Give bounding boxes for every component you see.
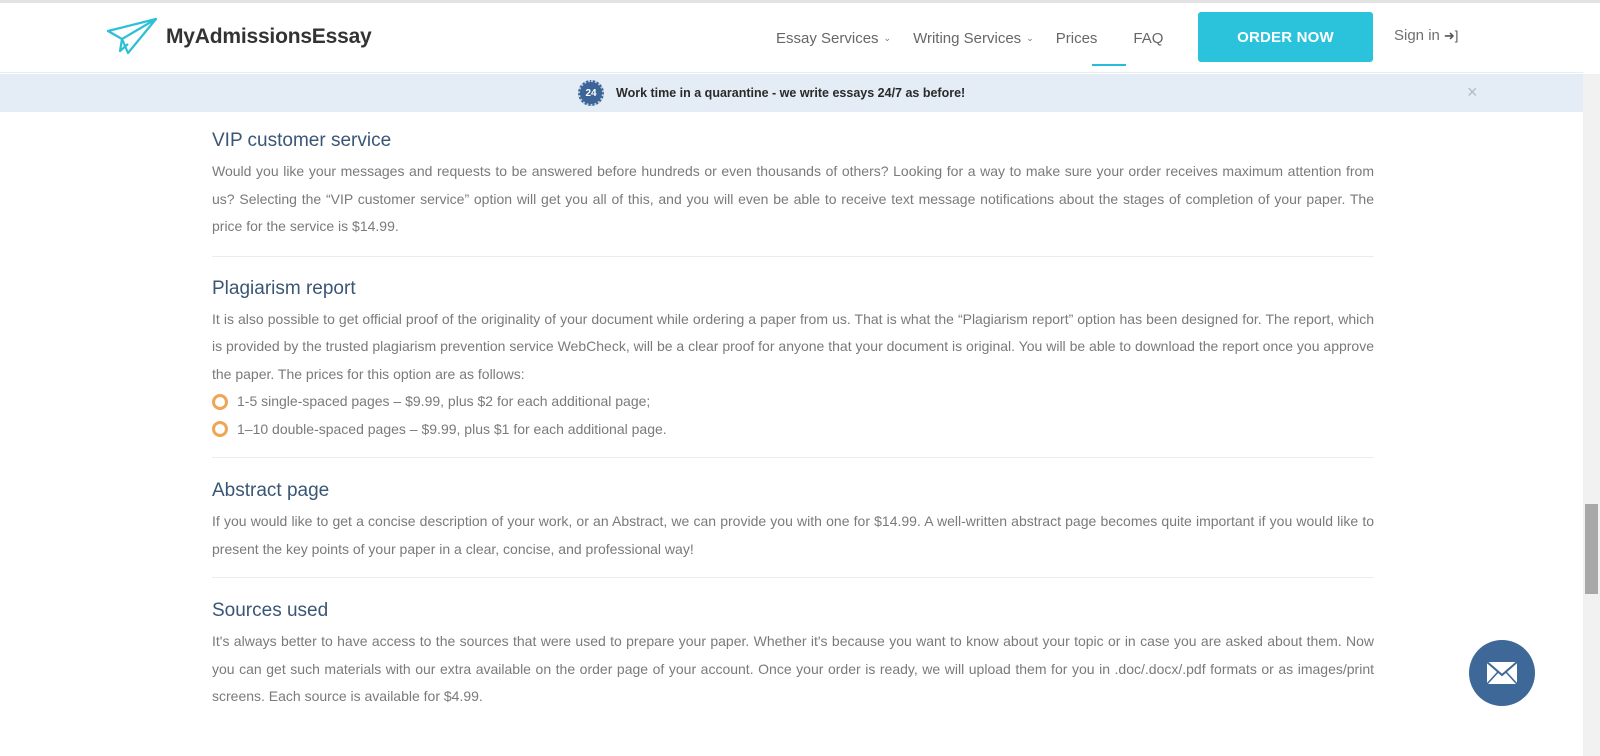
ring-bullet-icon — [212, 393, 228, 410]
clock-24-icon: 24 — [578, 80, 604, 106]
section-title: Abstract page — [212, 480, 330, 501]
list-item-text: 1-5 single-spaced pages – $9.99, plus $2… — [237, 393, 651, 409]
section-body: If you would like to get a concise descr… — [212, 513, 1374, 557]
nav-label: Writing Services — [913, 29, 1022, 47]
nav-writing-services[interactable]: Writing Services ⌄ — [913, 30, 1034, 47]
banner-text: Work time in a quarantine - we write ess… — [616, 86, 966, 100]
sign-in-link[interactable]: Sign in ➜] — [1394, 27, 1458, 44]
contact-mail-button[interactable] — [1469, 640, 1535, 706]
ring-bullet-icon — [212, 421, 228, 438]
sign-in-label: Sign in — [1394, 27, 1440, 44]
scrollbar-thumb[interactable] — [1585, 504, 1598, 594]
chevron-down-icon: ⌄ — [883, 32, 892, 43]
list-item: 1-5 single-spaced pages – $9.99, plus $2… — [212, 388, 1374, 416]
list-item: 1–10 double-spaced pages – $9.99, plus $… — [212, 416, 1374, 444]
section-body: It is also possible to get official proo… — [212, 310, 1374, 382]
section-vip-customer-service: VIP customer service Would you like your… — [212, 112, 1374, 257]
nav-label: FAQ — [1133, 29, 1164, 47]
nav-label: Essay Services — [776, 29, 879, 47]
announcement-banner: 24 Work time in a quarantine - we write … — [0, 74, 1583, 112]
main-nav: Essay Services ⌄ Writing Services ⌄ Pric… — [776, 3, 1185, 73]
page-scrollbar[interactable] — [1583, 74, 1600, 756]
price-list: 1-5 single-spaced pages – $9.99, plus $2… — [212, 388, 1374, 443]
nav-label: Prices — [1055, 29, 1098, 47]
nav-prices[interactable]: Prices — [1055, 29, 1126, 66]
nav-essay-services[interactable]: Essay Services ⌄ — [776, 30, 891, 47]
section-body: Would you like your messages and request… — [212, 163, 1374, 234]
main-content: VIP customer service Would you like your… — [212, 112, 1374, 711]
section-body: It's always better to have access to the… — [212, 633, 1374, 704]
list-item-text: 1–10 double-spaced pages – $9.99, plus $… — [237, 420, 667, 437]
chevron-down-icon: ⌄ — [1026, 32, 1034, 43]
section-title: Plagiarism report — [212, 277, 356, 299]
section-abstract-page: Abstract page If you would like to get a… — [212, 458, 1374, 578]
badge-text: 24 — [585, 87, 597, 99]
section-plagiarism-report: Plagiarism report It is also possible to… — [212, 257, 1374, 458]
section-title: VIP customer service — [212, 130, 392, 151]
nav-faq[interactable]: FAQ — [1133, 30, 1163, 47]
logo[interactable]: MyAdmissionsEssay — [106, 17, 372, 57]
order-now-button[interactable]: ORDER NOW — [1198, 12, 1373, 62]
site-header: MyAdmissionsEssay Essay Services ⌄ Writi… — [0, 3, 1583, 73]
logo-text: MyAdmissionsEssay — [166, 25, 372, 48]
sign-in-icon: ➜] — [1443, 27, 1459, 43]
section-title: Sources used — [212, 600, 329, 621]
close-icon[interactable]: × — [1467, 83, 1478, 101]
paper-plane-icon — [106, 17, 158, 55]
section-sources-used: Sources used It's always better to have … — [212, 578, 1374, 711]
envelope-icon — [1486, 661, 1518, 685]
